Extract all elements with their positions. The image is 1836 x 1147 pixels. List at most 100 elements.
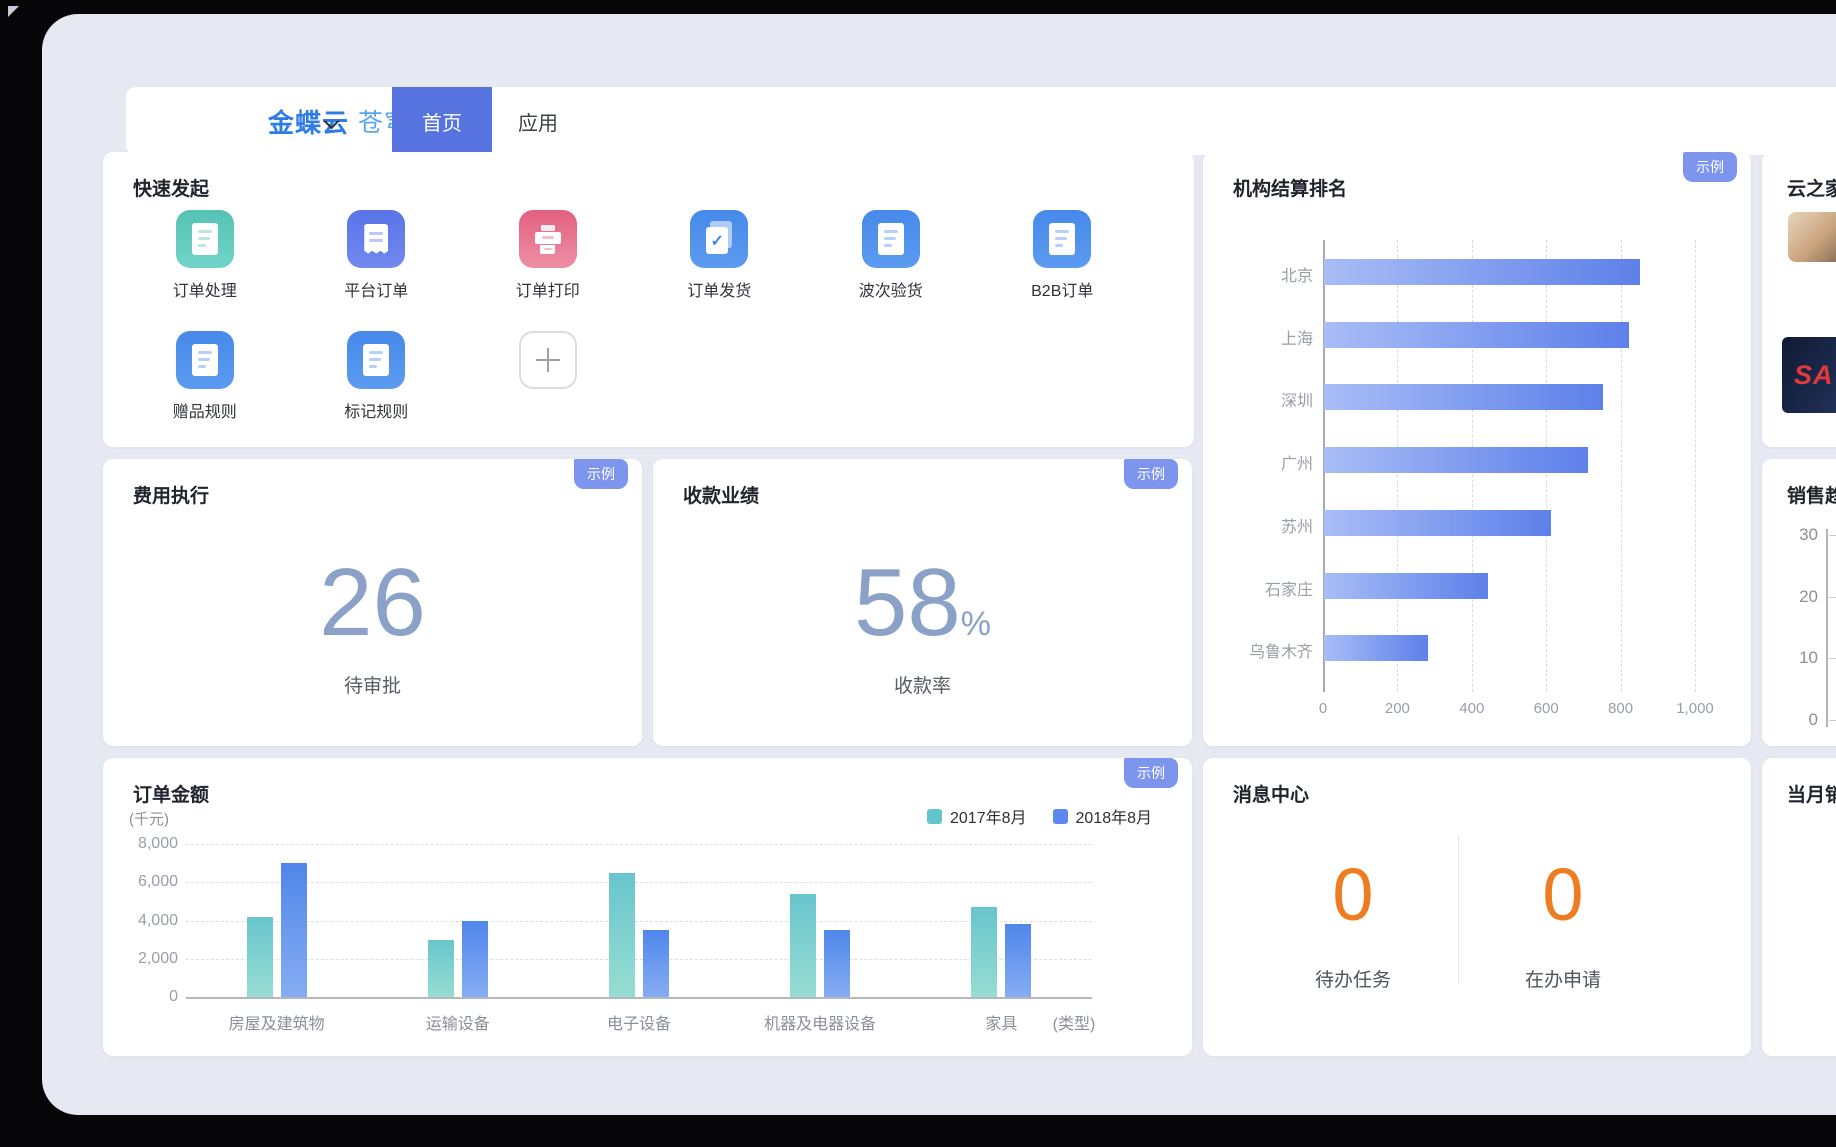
card-title: 费用执行 bbox=[133, 481, 209, 508]
category-label: 深圳 bbox=[1205, 387, 1313, 411]
quick-launch-label: 标记规则 bbox=[344, 398, 408, 422]
quick-launch-grid: 订单处理 平台订单订单打印✓订单发货波次验货 B2B订单赠品规则标记规则 bbox=[119, 210, 1148, 422]
receipt-icon bbox=[364, 224, 388, 255]
y-tick-label: 4,000 bbox=[103, 912, 178, 930]
screen: { "header": { "brand": "金蝶云", "product":… bbox=[0, 0, 1836, 1147]
sample-badge: 示例 bbox=[1124, 459, 1178, 489]
bar-2018年8月 bbox=[643, 930, 669, 997]
category-label: 房屋及建筑物 bbox=[187, 1010, 367, 1034]
category-label: 机器及电器设备 bbox=[730, 1010, 910, 1034]
tech-collage-image[interactable]: SA bbox=[1782, 337, 1836, 413]
bar-2017年8月 bbox=[971, 907, 997, 997]
order-amount-chart: 02,0004,0006,0008,000房屋及建筑物运输设备电子设备机器及电器… bbox=[103, 758, 1192, 1056]
collection-rate-value: 58% bbox=[653, 555, 1192, 651]
gridline bbox=[186, 882, 1092, 883]
x-tick-label: 800 bbox=[1586, 700, 1656, 717]
bar bbox=[1324, 573, 1488, 599]
category-label: 上海 bbox=[1205, 325, 1313, 349]
quick-launch-item[interactable]: 波次验货 bbox=[816, 210, 966, 301]
percent-sign: % bbox=[961, 605, 991, 643]
document-icon bbox=[192, 344, 218, 376]
bar-2018年8月 bbox=[462, 921, 488, 998]
in-progress-applications-stat[interactable]: 0 在办申请 bbox=[1443, 858, 1683, 992]
category-label: 电子设备 bbox=[549, 1010, 729, 1034]
quick-launch-item[interactable]: 平台订单 bbox=[301, 210, 451, 301]
bar bbox=[1324, 384, 1603, 410]
add-shortcut-button plus-icon[interactable] bbox=[519, 331, 577, 389]
image-overlay-text: SA bbox=[1794, 360, 1834, 391]
nav-tabs: 首页应用 bbox=[392, 87, 584, 155]
doc-app-icon bbox=[176, 331, 234, 389]
card-message-center: 消息中心 0 待办任务 0 在办申请 bbox=[1203, 758, 1751, 1056]
plot-area bbox=[186, 844, 1092, 999]
card-title: 收款业绩 bbox=[683, 481, 759, 508]
bar-2017年8月 bbox=[428, 940, 454, 997]
pending-approval-count: 26 bbox=[103, 555, 642, 651]
gridline bbox=[1695, 240, 1696, 692]
gridline bbox=[1621, 240, 1622, 692]
category-label: 运输设备 bbox=[368, 1010, 548, 1034]
sample-badge: 示例 bbox=[574, 459, 628, 489]
quick-launch-item[interactable]: 订单打印 bbox=[473, 210, 623, 301]
document-icon bbox=[878, 223, 904, 255]
tick-mark bbox=[1829, 597, 1836, 598]
tick-mark bbox=[1829, 535, 1836, 536]
bar bbox=[1324, 635, 1428, 661]
receipt-app-icon bbox=[347, 210, 405, 268]
card-yunzhijia: 云之家 SA bbox=[1762, 152, 1836, 447]
quick-launch-label: B2B订单 bbox=[1031, 277, 1093, 301]
tab-apps[interactable]: 应用 bbox=[492, 87, 584, 155]
y-tick-label: 8,000 bbox=[103, 835, 178, 853]
doc-app-icon bbox=[347, 331, 405, 389]
todo-tasks-stat[interactable]: 0 待办任务 bbox=[1233, 858, 1473, 992]
bar-2018年8月 bbox=[281, 863, 307, 997]
card-expense: 费用执行 示例 26 待审批 bbox=[103, 459, 642, 746]
main-panel: 金蝶云 苍穹 首页应用 快速发起 订单处理平台订单订单打印✓订单发货波次验货B2… bbox=[42, 14, 1836, 1115]
y-tick-label: 10 bbox=[1778, 648, 1818, 668]
document-icon bbox=[363, 344, 389, 376]
doc-app-icon bbox=[1033, 210, 1091, 268]
quick-launch-item[interactable]: 赠品规则 bbox=[130, 331, 280, 422]
photo-person-tablet[interactable] bbox=[1788, 212, 1836, 262]
quick-launch-item[interactable]: ✓订单发货 bbox=[644, 210, 794, 301]
gridline bbox=[186, 959, 1092, 960]
category-label: 广州 bbox=[1205, 450, 1313, 474]
card-title: 云之家 bbox=[1787, 174, 1836, 201]
category-label: 苏州 bbox=[1205, 513, 1313, 537]
card-title: 当月销售 bbox=[1787, 780, 1836, 807]
printer-icon bbox=[535, 225, 561, 254]
document-icon bbox=[192, 223, 218, 255]
quick-launch-item[interactable]: 订单处理 bbox=[130, 210, 280, 301]
bar bbox=[1324, 259, 1640, 285]
doc-app-icon bbox=[176, 210, 234, 268]
todo-tasks-label: 待办任务 bbox=[1233, 965, 1473, 992]
y-tick-label: 0 bbox=[103, 988, 178, 1006]
add-shortcut-cell[interactable] bbox=[473, 331, 623, 422]
todo-tasks-count: 0 bbox=[1233, 858, 1473, 932]
tab-home[interactable]: 首页 bbox=[392, 87, 492, 155]
quick-launch-label: 订单处理 bbox=[173, 277, 237, 301]
x-tick-label: 400 bbox=[1437, 700, 1507, 717]
category-label: 北京 bbox=[1205, 262, 1313, 286]
y-tick-label: 20 bbox=[1778, 587, 1818, 607]
document-icon bbox=[1049, 223, 1075, 255]
sales-trend-chart: 3020100 bbox=[1762, 459, 1836, 746]
header-bar: 金蝶云 苍穹 首页应用 bbox=[126, 87, 1836, 155]
x-tick-label: 600 bbox=[1511, 700, 1581, 717]
x-axis-unit: (类型) bbox=[1034, 1010, 1114, 1034]
tick-mark bbox=[1829, 720, 1836, 721]
bar-2017年8月 bbox=[790, 894, 816, 997]
bar bbox=[1324, 322, 1629, 348]
card-current-month: 当月销售 bbox=[1762, 758, 1836, 1056]
category-label: 石家庄 bbox=[1205, 576, 1313, 600]
gridline bbox=[186, 921, 1092, 922]
x-tick-label: 0 bbox=[1288, 700, 1358, 717]
stat-label: 待审批 bbox=[103, 671, 642, 698]
bar-2017年8月 bbox=[609, 873, 635, 997]
quick-launch-item[interactable]: 标记规则 bbox=[301, 331, 451, 422]
quick-launch-item[interactable]: B2B订单 bbox=[987, 210, 1137, 301]
card-collection: 收款业绩 示例 58% 收款率 bbox=[653, 459, 1192, 746]
stat-label: 收款率 bbox=[653, 671, 1192, 698]
tick-mark bbox=[1829, 658, 1836, 659]
checked-document-icon: ✓ bbox=[706, 224, 732, 254]
